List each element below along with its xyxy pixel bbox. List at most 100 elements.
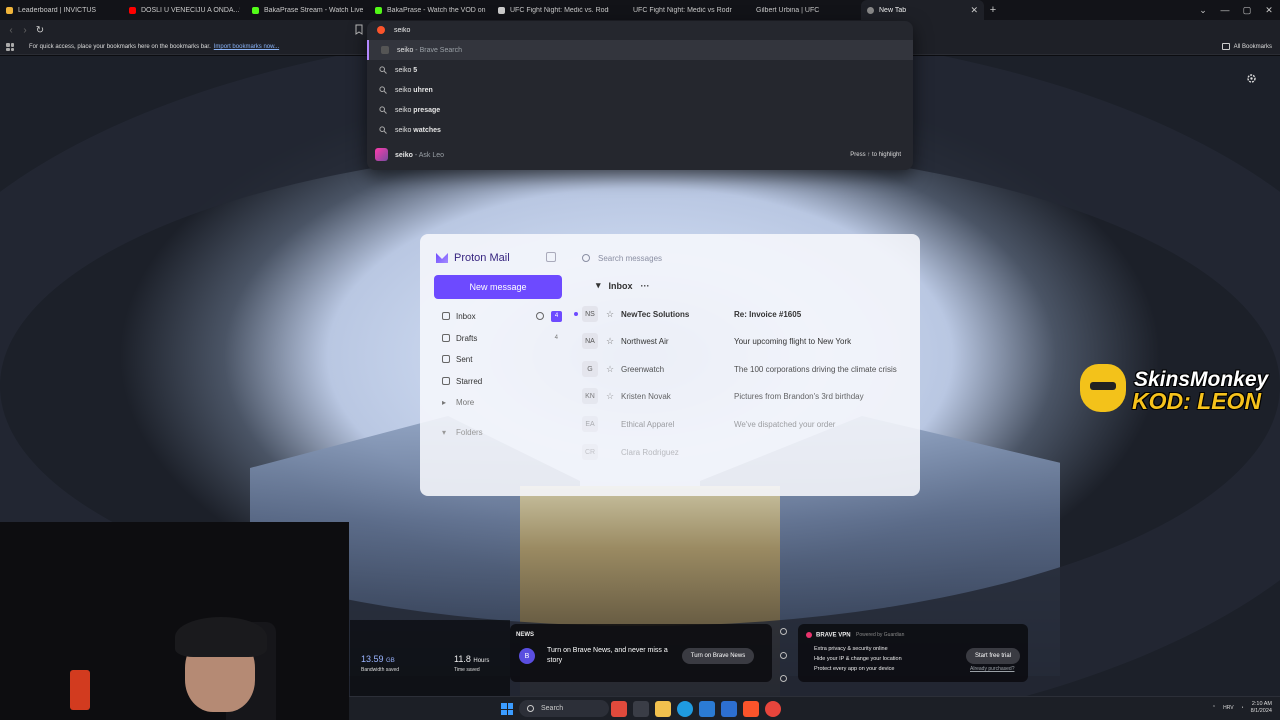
tab[interactable]: UFC Fight Night: Medić vs Rodrigue (615, 0, 738, 20)
message-row: CR Clara Rodriguez (578, 442, 918, 462)
time-label: Time saved (454, 667, 480, 673)
proton-search-placeholder: Search messages (598, 253, 663, 263)
suggestion-source: - Ask Leo (412, 151, 445, 159)
news-icon: B (519, 648, 535, 664)
import-bookmarks-link[interactable]: Import bookmarks now... (214, 44, 279, 50)
suggestion-brave-search[interactable]: seiko - Brave Search (367, 40, 913, 60)
search-icon (379, 126, 387, 134)
explorer-app-icon[interactable] (655, 701, 671, 717)
suggestion-item[interactable]: seiko presage (367, 100, 913, 120)
suggestion-text: seiko 5 (395, 67, 417, 74)
sender-name: NewTec Solutions (621, 309, 690, 319)
inbox-icon (442, 312, 450, 320)
sender-avatar: KN (582, 388, 598, 404)
new-tab-button[interactable]: + (984, 1, 1002, 19)
network-icon[interactable]: ◔ (1241, 705, 1244, 711)
close-tab-icon[interactable]: ✕ (970, 5, 978, 16)
message-row: NA ☆ Northwest Air Your upcoming flight to … (578, 331, 918, 351)
chevron-down-icon: ▾ (442, 428, 447, 437)
tab-title: Gilbert Urbina | UFC (756, 6, 820, 14)
tab-title: DOSLI U VENECIJU A ONDA...*ODLE (141, 6, 240, 14)
vpn-icon (806, 632, 812, 638)
suggestion-query: seiko (395, 126, 414, 134)
suggestion-text: seiko uhren (395, 87, 433, 94)
turn-on-news-button[interactable]: Turn on Brave News (682, 648, 754, 664)
tab-active[interactable]: New Tab ✕ (861, 0, 984, 20)
tab-title: UFC Fight Night: Medić vs. Rodrigue (510, 6, 609, 14)
back-icon[interactable]: ‹ (4, 23, 18, 37)
close-window-button[interactable]: ✕ (1258, 5, 1280, 16)
task-view-app-icon[interactable] (633, 701, 649, 717)
sender-avatar: NS (582, 306, 598, 322)
search-icon (582, 254, 590, 262)
suggestion-text: seiko - Brave Search (397, 47, 462, 54)
edge-app-icon[interactable] (677, 701, 693, 717)
brave-shield-icon[interactable] (377, 26, 385, 34)
drafts-count: 4 (554, 335, 558, 341)
tab[interactable]: DOSLI U VENECIJU A ONDA...*ODLE (123, 0, 246, 20)
tab-search-button[interactable]: ⌄ (1192, 5, 1214, 16)
bandwidth-stat: 13.59 GB (361, 654, 395, 664)
store-app-icon[interactable] (721, 701, 737, 717)
suggestion-ask-leo[interactable]: seiko - Ask Leo Press ↑ to highlight (367, 145, 913, 165)
reload-icon[interactable]: ↻ (33, 23, 47, 37)
omnibox-dropdown: seiko - Brave Search seiko 5 seiko uhren… (367, 21, 913, 170)
sender-avatar: CR (582, 444, 598, 460)
already-purchased-link[interactable]: Already purchased? (970, 666, 1014, 672)
apps-icon[interactable] (6, 43, 14, 51)
nav-more: ▸ More (442, 394, 562, 410)
proton-mark-icon (436, 253, 448, 263)
star-icon (442, 377, 450, 385)
address-bar[interactable] (367, 21, 913, 39)
address-input[interactable] (394, 26, 694, 34)
brave-search-icon (381, 46, 389, 54)
vscode-app-icon[interactable] (699, 701, 715, 717)
tab[interactable]: Gilbert Urbina | UFC (738, 0, 861, 20)
minimize-button[interactable]: — (1214, 5, 1236, 15)
warning-icon[interactable] (779, 651, 787, 659)
window-controls: ⌄ — ▢ ✕ (1192, 0, 1280, 20)
tray-chevron-icon[interactable]: ⌃ (1212, 705, 1216, 711)
tab-strip: Leaderboard | INVICTUS DOSLI U VENECIJU … (0, 0, 1280, 20)
tab[interactable]: Leaderboard | INVICTUS (0, 0, 123, 20)
tab[interactable]: BakaPrase - Watch the VOD on Kick (369, 0, 492, 20)
all-bookmarks-button[interactable]: All Bookmarks (1221, 43, 1272, 50)
maximize-button[interactable]: ▢ (1236, 5, 1258, 16)
nav-label: More (456, 397, 475, 407)
news-text: Turn on Brave News, and never miss a sto… (547, 647, 668, 664)
time-stat: 11.8 Hours (454, 654, 489, 664)
proton-brand: Proton Mail (454, 252, 510, 264)
suggestion-item[interactable]: seiko watches (367, 120, 913, 140)
bandwidth-value: 13.59 (361, 654, 384, 664)
forward-icon[interactable]: › (18, 23, 32, 37)
tab[interactable]: BakaPrase Stream - Watch Live on Ki (246, 0, 369, 20)
suggestion-item[interactable]: seiko uhren (367, 80, 913, 100)
tab[interactable]: UFC Fight Night: Medić vs. Rodrigue (492, 0, 615, 20)
suggestion-query: seiko (395, 106, 414, 114)
nav-label: Sent (456, 354, 473, 364)
bookmark-icon[interactable] (354, 24, 364, 35)
suggestion-completion: watches (413, 126, 441, 134)
message-row: NS ☆ NewTec Solutions Re: Invoice #1605 (574, 304, 918, 324)
clock[interactable]: 2:10 AM 8/1/2024 (1251, 701, 1272, 715)
vpn-feature: Hide your IP & change your location (814, 656, 902, 662)
chrome-app-icon[interactable] (765, 701, 781, 717)
proton-logo: Proton Mail (436, 252, 510, 264)
suggestion-completion: uhren (413, 86, 433, 94)
taskbar-apps (611, 701, 781, 717)
windows-start-icon[interactable] (501, 703, 513, 715)
gear-icon[interactable] (1246, 73, 1257, 84)
nav-inbox: Inbox 4 (442, 308, 562, 324)
proton-search: Search messages (582, 250, 802, 266)
message-row: KN ☆ Kristen Novak Pictures from Brandon's … (578, 386, 918, 406)
suggestion-item[interactable]: seiko 5 (367, 60, 913, 80)
proton-mail-promo[interactable]: Proton Mail Search messages New message … (420, 234, 920, 496)
leo-icon (375, 148, 388, 161)
start-free-trial-button[interactable]: Start free trial (966, 648, 1020, 664)
widgets-app-icon[interactable] (611, 701, 627, 717)
taskbar-search[interactable]: Search (519, 700, 609, 717)
brave-app-icon[interactable] (743, 701, 759, 717)
language-indicator[interactable]: HRV (1223, 705, 1233, 711)
hide-icon[interactable] (779, 675, 787, 682)
customize-icon[interactable] (779, 628, 787, 635)
